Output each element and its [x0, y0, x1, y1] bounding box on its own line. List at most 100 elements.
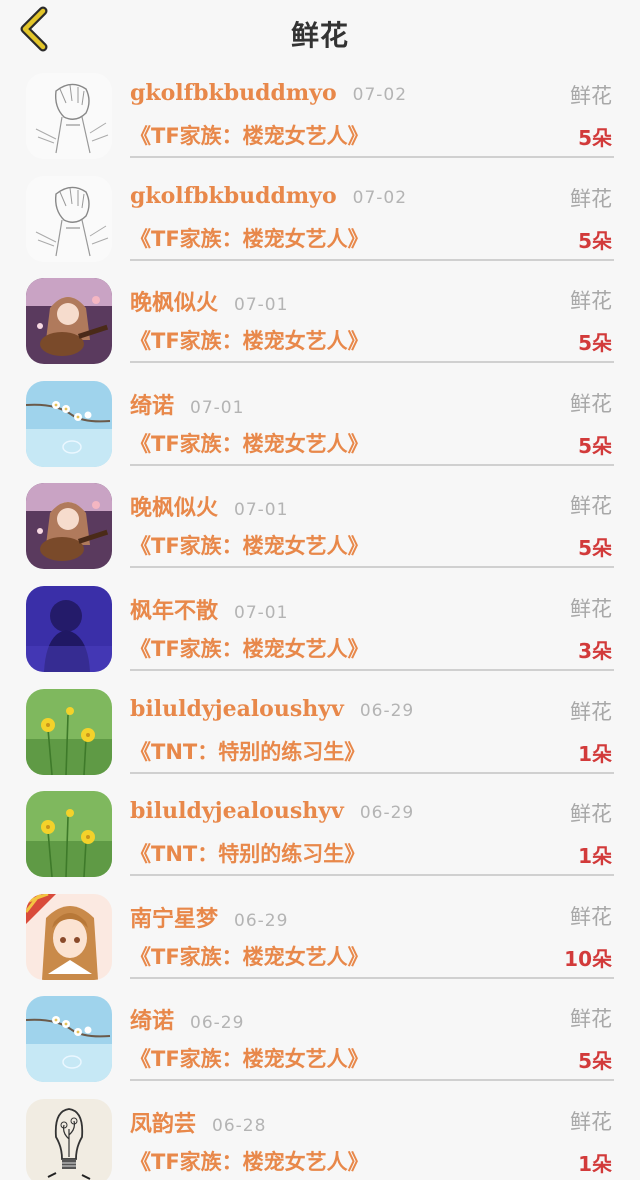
divider — [130, 566, 614, 569]
list-item[interactable]: 晚枫似火 07-01 鲜花《TF家族：楼宠女艺人》 5朵 — [0, 470, 640, 573]
divider — [130, 258, 614, 261]
book-title[interactable]: 《TF家族：楼宠女艺人》 — [130, 633, 369, 663]
book-title[interactable]: 《TNT：特别的练习生》 — [130, 838, 365, 868]
flower-count: 10朵 — [564, 946, 612, 971]
date: 06-29 — [359, 700, 415, 721]
avatar[interactable] — [26, 175, 112, 262]
flower-count: 5朵 — [578, 536, 612, 561]
book-title[interactable]: 《TF家族：楼宠女艺人》 — [130, 1043, 369, 1073]
flower-count: 1朵 — [578, 1151, 612, 1176]
name-line: biluldyjealoushyv 06-29 — [130, 798, 414, 828]
book-title[interactable]: 《TF家族：楼宠女艺人》 — [130, 941, 369, 971]
divider — [130, 874, 614, 877]
name-line: gkolfbkbuddmyo 07-02 — [130, 80, 407, 110]
name-line: 晚枫似火 07-01 — [130, 285, 289, 317]
flower-count: 5朵 — [578, 126, 612, 150]
flower-count: 5朵 — [578, 228, 612, 253]
avatar[interactable] — [26, 1098, 112, 1180]
name-line: 南宁星梦 06-29 — [130, 901, 289, 933]
list-item[interactable]: 绮诺 06-29 鲜花 《TF家族：楼宠女艺人》 5朵 — [0, 983, 640, 1086]
username[interactable]: gkolfbkbuddmyo — [130, 80, 337, 106]
avatar[interactable] — [26, 483, 112, 570]
username[interactable]: 晚枫似火 — [130, 490, 218, 522]
gift-type: 鲜花 — [570, 596, 612, 621]
list-item[interactable]: 枫年不散 07-01 鲜花《TF家族：楼宠女艺人》 3朵 — [0, 573, 640, 676]
flower-count: 1朵 — [578, 844, 612, 869]
gift-type: 鲜花 — [570, 1007, 612, 1032]
date: 06-29 — [190, 1013, 245, 1034]
divider — [130, 668, 614, 671]
page-title: 鲜花 — [290, 19, 349, 52]
flower-count: 5朵 — [578, 331, 612, 356]
avatar[interactable] — [26, 688, 112, 775]
avatar[interactable] — [26, 791, 112, 878]
blossom-sky-avatar — [26, 996, 112, 1083]
book-title[interactable]: 《TF家族：楼宠女艺人》 — [130, 223, 369, 253]
flower-count: 5朵 — [578, 433, 612, 458]
list-item[interactable]: gkolfbkbuddmyo 07-02 鲜花《TF家族：楼宠女艺人》 5朵 — [0, 163, 640, 266]
book-title[interactable]: 《TNT：特别的练习生》 — [130, 736, 365, 766]
avatar[interactable] — [26, 380, 112, 467]
gift-type: 鲜花 — [570, 84, 612, 108]
gift-type: 鲜花 — [570, 904, 612, 929]
gift-type: 鲜花 — [570, 289, 612, 314]
book-title[interactable]: 《TF家族：楼宠女艺人》 — [130, 428, 369, 458]
list-item[interactable]: biluldyjealoushyv 06-29 鲜花《TNT：特别的练习生》 1朵 — [0, 778, 640, 881]
gift-type: 鲜花 — [570, 802, 612, 827]
username[interactable]: 南宁星梦 — [130, 901, 218, 933]
avatar[interactable] — [26, 585, 112, 672]
yellow-flowers-avatar — [26, 688, 112, 775]
book-title[interactable]: 《TF家族：楼宠女艺人》 — [130, 120, 369, 150]
list-item[interactable]: biluldyjealoushyv 06-29 鲜花《TNT：特别的练习生》 1朵 — [0, 676, 640, 779]
book-title[interactable]: 《TF家族：楼宠女艺人》 — [130, 1146, 369, 1176]
avatar[interactable] — [26, 996, 112, 1083]
avatar[interactable] — [26, 73, 112, 159]
divider — [130, 976, 614, 979]
book-title[interactable]: 《TF家族：楼宠女艺人》 — [130, 325, 369, 355]
date: 07-01 — [234, 500, 289, 521]
anime-girl-avatar — [26, 893, 112, 980]
gift-type: 鲜花 — [570, 494, 612, 519]
avatar[interactable] — [26, 893, 112, 980]
date: 07-01 — [190, 397, 245, 418]
sketch-boy-avatar — [26, 73, 112, 159]
username[interactable]: 晚枫似火 — [130, 285, 218, 317]
list-item[interactable]: 绮诺 07-01 鲜花 《TF家族：楼宠女艺人》 5朵 — [0, 368, 640, 471]
date: 07-02 — [352, 85, 408, 105]
lightbulb-sketch-avatar — [26, 1098, 112, 1180]
divider — [130, 1079, 614, 1082]
date: 07-01 — [234, 295, 289, 316]
flower-count: 1朵 — [578, 741, 612, 766]
guitar-girl-avatar — [26, 278, 112, 365]
date: 06-28 — [212, 1115, 267, 1136]
divider — [130, 463, 614, 466]
sketch-boy-avatar — [26, 175, 112, 262]
date: 07-02 — [352, 187, 408, 208]
username[interactable]: 绮诺 — [130, 388, 174, 420]
name-line: 绮诺 07-01 — [130, 388, 245, 420]
avatar[interactable] — [26, 278, 112, 365]
flower-record-list: gkolfbkbuddmyo 07-02 鲜花 《TF家族：楼宠女艺人》 5朵 gkolf… — [0, 60, 640, 1180]
gift-type: 鲜花 — [570, 186, 612, 211]
date: 06-29 — [234, 910, 289, 931]
list-item[interactable]: 晚枫似火 07-01 鲜花《TF家族：楼宠女艺人》 5朵 — [0, 265, 640, 368]
username[interactable]: 凤韵芸 — [130, 1106, 196, 1138]
date: 06-29 — [359, 803, 415, 824]
divider — [130, 156, 614, 158]
username[interactable]: 枫年不散 — [130, 593, 218, 625]
list-item[interactable]: gkolfbkbuddmyo 07-02 鲜花《TF家族：楼宠女艺人》 5朵 — [0, 60, 640, 163]
list-item[interactable]: 凤韵芸 06-28 鲜花 《TF家族：楼宠女艺人》 1朵 — [0, 1086, 640, 1180]
divider — [130, 361, 614, 364]
username[interactable]: biluldyjealoushyv — [130, 696, 344, 722]
username[interactable]: gkolfbkbuddmyo — [130, 183, 337, 209]
book-title[interactable]: 《TF家族：楼宠女艺人》 — [130, 530, 369, 560]
top-bar: 鲜花 — [0, 0, 640, 58]
flower-count: 3朵 — [578, 638, 612, 663]
username[interactable]: 绮诺 — [130, 1003, 174, 1035]
list-item[interactable]: 南宁星梦 06-29 鲜花《TF家族：楼宠女艺人》 10朵 — [0, 881, 640, 984]
gift-type: 鲜花 — [570, 699, 612, 724]
name-line: 枫年不散 07-01 — [130, 593, 289, 625]
username[interactable]: biluldyjealoushyv — [130, 798, 344, 824]
date: 07-01 — [234, 602, 289, 623]
guitar-girl-avatar — [26, 483, 112, 570]
